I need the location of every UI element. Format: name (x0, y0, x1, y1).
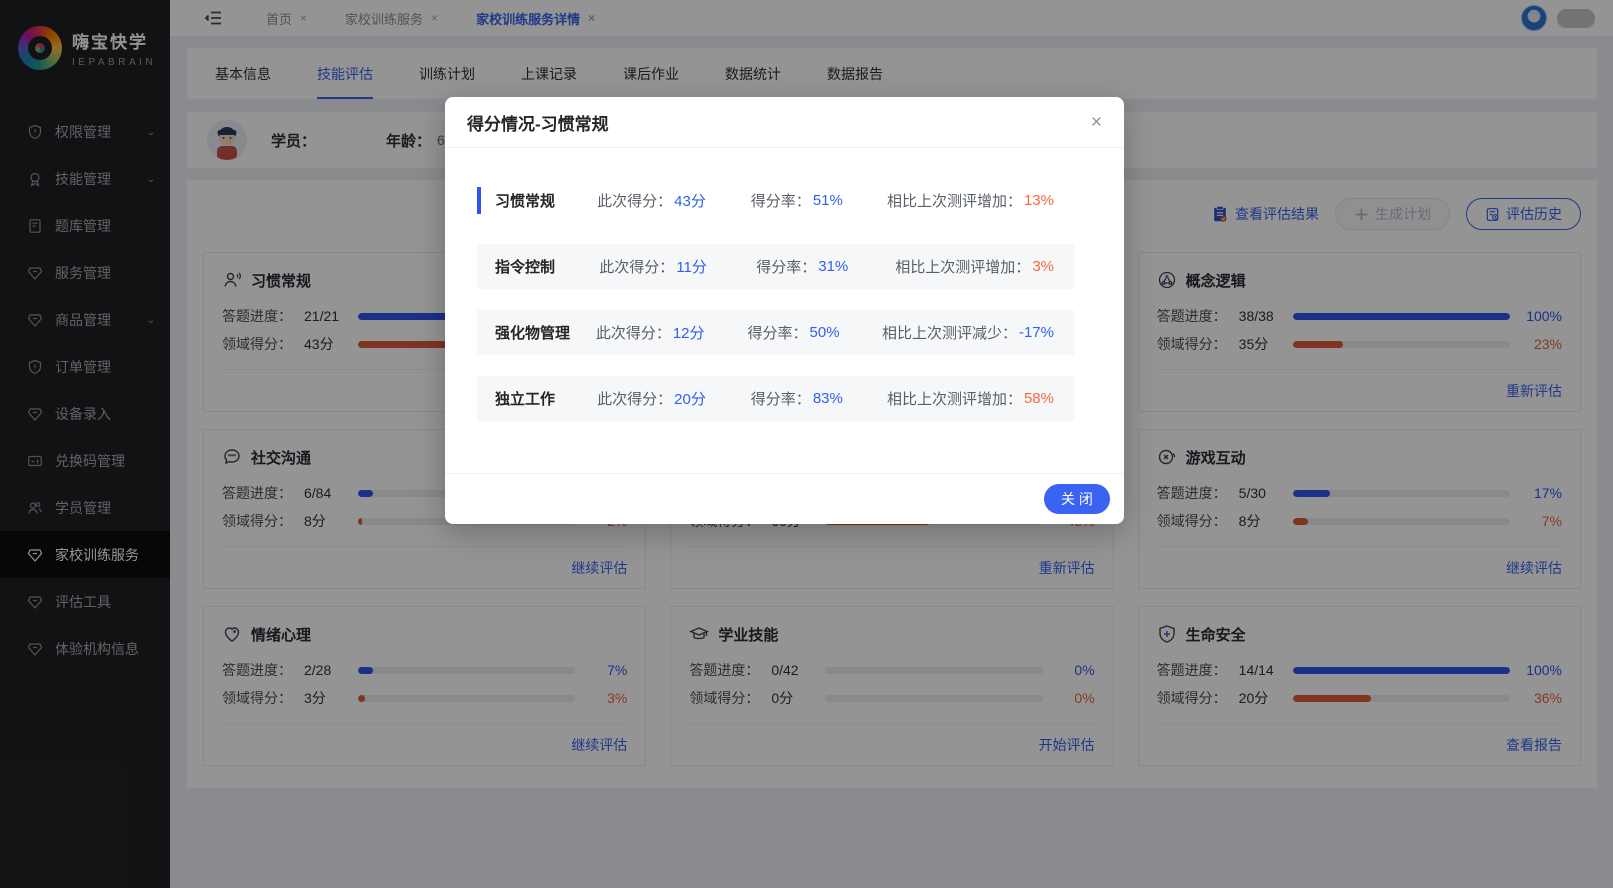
modal-row-instruction-control: 指令控制 此次得分：11分 得分率：31% 相比上次测评增加：3% (477, 244, 1074, 289)
close-icon[interactable]: × (1091, 113, 1102, 132)
modal-row-independent-work: 独立工作 此次得分：20分 得分率：83% 相比上次测评增加：58% (477, 376, 1074, 421)
modal-row-reinforcer-management: 强化物管理 此次得分：12分 得分率：50% 相比上次测评减少：-17% (477, 310, 1074, 355)
close-button[interactable]: 关 闭 (1044, 484, 1110, 514)
modal-row-habit-routine: 习惯常规 此次得分：43分 得分率：51% 相比上次测评增加：13% (477, 178, 1074, 223)
score-detail-modal: 得分情况-习惯常规 × 习惯常规 此次得分：43分 得分率：51% 相比上次测评… (445, 97, 1124, 524)
modal-title: 得分情况-习惯常规 (467, 110, 609, 135)
